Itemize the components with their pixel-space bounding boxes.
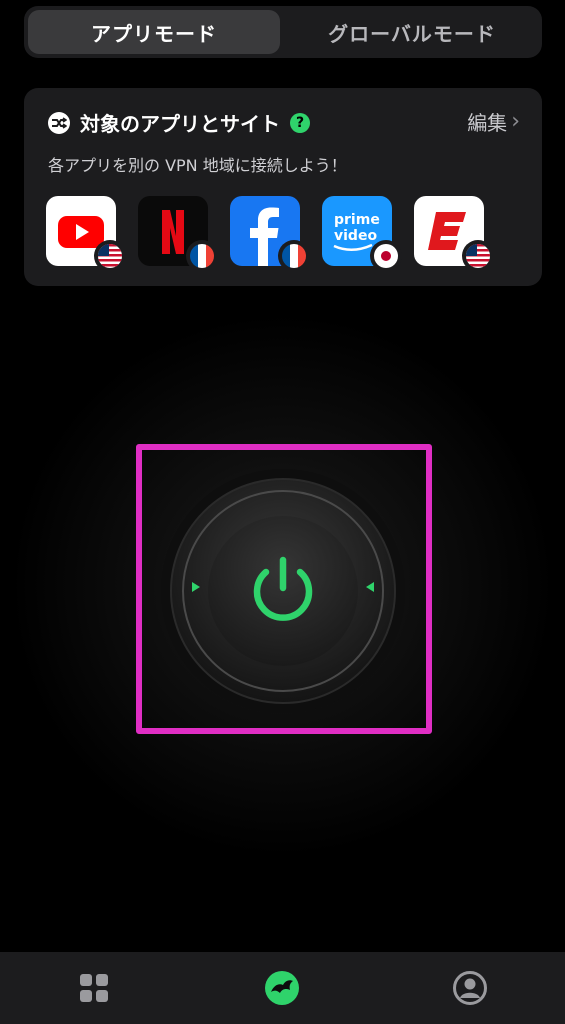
- us-flag-icon: [462, 240, 494, 272]
- edit-button[interactable]: 編集 ›: [467, 107, 520, 136]
- split-tunnel-icon: [48, 111, 70, 134]
- tab-app-mode[interactable]: アプリモード: [28, 10, 280, 54]
- svg-text:prime: prime: [334, 212, 380, 228]
- account-icon[interactable]: [452, 970, 488, 1006]
- france-flag-icon: [278, 240, 310, 272]
- japan-flag-icon: [370, 240, 402, 272]
- edit-label: 編集: [467, 111, 508, 135]
- help-icon[interactable]: ?: [290, 112, 310, 133]
- chevron-right-icon: ›: [511, 109, 520, 134]
- tab-global-mode[interactable]: グローバルモード: [286, 10, 538, 54]
- card-header: 対象のアプリとサイト ?: [48, 108, 310, 137]
- bottom-nav: [0, 952, 565, 1024]
- mode-switch: アプリモード グローバルモード: [24, 6, 542, 58]
- power-button[interactable]: [158, 466, 408, 716]
- apps-grid-icon[interactable]: [76, 970, 112, 1006]
- us-flag-icon: [94, 240, 126, 272]
- card-title: 対象のアプリとサイト: [80, 112, 280, 136]
- logo-icon[interactable]: [264, 970, 300, 1006]
- card-subtitle: 各アプリを別の VPN 地域に接続しよう！: [48, 156, 347, 175]
- svg-text:video: video: [334, 228, 377, 244]
- target-apps-card: 対象のアプリとサイト ? 編集 › 各アプリを別の VPN 地域に接続しよう！: [24, 88, 542, 286]
- france-flag-icon: [186, 240, 218, 272]
